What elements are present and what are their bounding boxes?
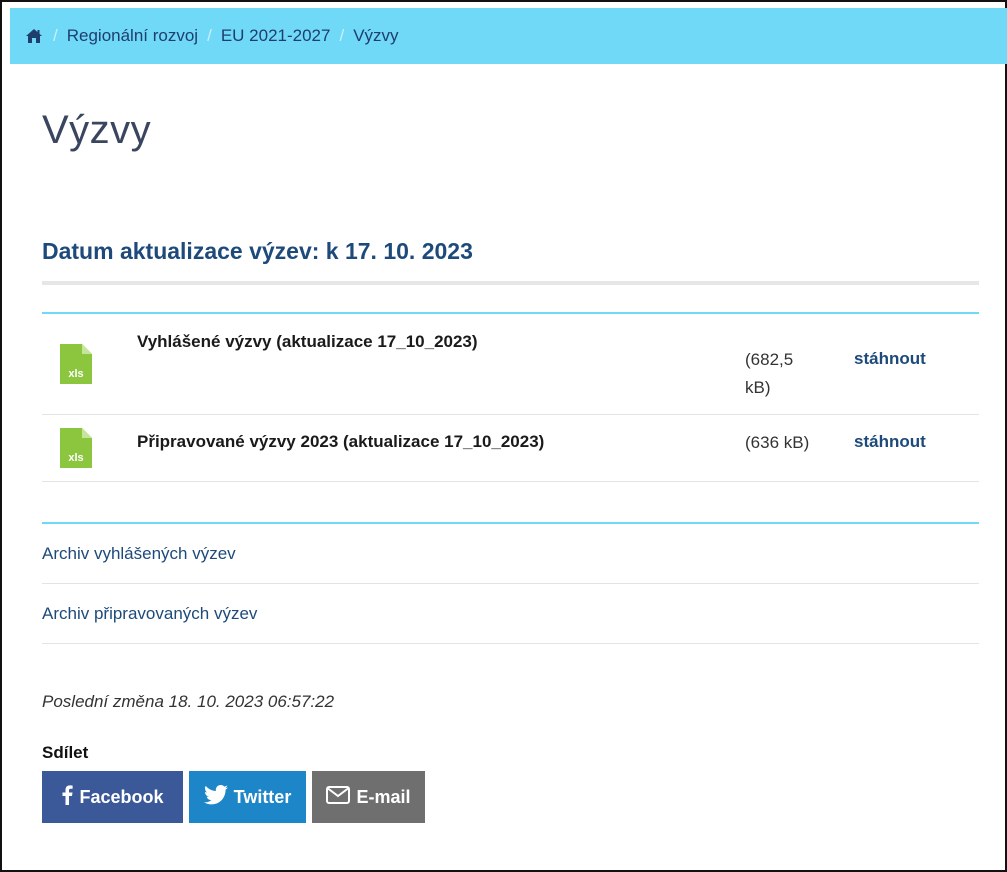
file-size: (682,5 kB)	[745, 350, 794, 397]
archive-prepared-link[interactable]: Archiv připravovaných výzev	[42, 604, 257, 624]
last-change-text: Poslední změna 18. 10. 2023 06:57:22	[42, 692, 335, 711]
divider	[42, 281, 979, 285]
xls-file-icon: xls	[60, 344, 92, 384]
breadcrumb: / Regionální rozvoj / EU 2021-2027 / Výz…	[10, 8, 1007, 64]
email-share-button[interactable]: E-mail	[312, 771, 425, 823]
svg-text:xls: xls	[68, 452, 83, 464]
share-buttons: Facebook Twitter E-mail	[42, 771, 425, 823]
facebook-icon	[61, 784, 79, 810]
list-item: Archiv připravovaných výzev	[42, 584, 979, 644]
facebook-share-button[interactable]: Facebook	[42, 771, 183, 823]
download-link[interactable]: stáhnout	[854, 349, 926, 369]
breadcrumb-regionalni-rozvoj[interactable]: Regionální rozvoj	[67, 26, 198, 46]
envelope-icon	[326, 785, 356, 809]
list-item: Archiv vyhlášených výzev	[42, 524, 979, 584]
archive-links: Archiv vyhlášených výzev Archiv připravo…	[42, 522, 979, 644]
svg-text:xls: xls	[68, 368, 83, 380]
file-list: xls Vyhlášené výzvy (aktualizace 17_10_2…	[42, 312, 979, 482]
twitter-label: Twitter	[233, 786, 292, 807]
share-label: Sdílet	[42, 743, 89, 762]
file-name: Připravované výzvy 2023 (aktualizace 17_…	[137, 432, 545, 451]
file-row: xls Vyhlášené výzvy (aktualizace 17_10_2…	[42, 314, 979, 415]
email-label: E-mail	[356, 786, 411, 807]
update-date-heading: Datum aktualizace výzev: k 17. 10. 2023	[42, 238, 473, 264]
breadcrumb-separator: /	[207, 26, 212, 45]
page-title: Výzvy	[42, 108, 152, 152]
download-link[interactable]: stáhnout	[854, 432, 926, 452]
breadcrumb-separator: /	[339, 26, 345, 45]
archive-announced-link[interactable]: Archiv vyhlášených výzev	[42, 544, 236, 564]
xls-file-icon: xls	[60, 428, 92, 468]
breadcrumb-separator: /	[53, 26, 58, 45]
home-icon[interactable]	[24, 26, 44, 46]
file-row: xls Připravované výzvy 2023 (aktualizace…	[42, 415, 979, 482]
breadcrumb-current: Výzvy	[353, 26, 399, 45]
file-name: Vyhlášené výzvy (aktualizace 17_10_2023)	[137, 332, 478, 351]
file-size: (636 kB)	[745, 433, 810, 452]
twitter-share-button[interactable]: Twitter	[189, 771, 306, 823]
facebook-label: Facebook	[79, 786, 164, 807]
twitter-icon	[203, 784, 234, 810]
breadcrumb-eu-2021-2027[interactable]: EU 2021-2027	[221, 26, 331, 46]
